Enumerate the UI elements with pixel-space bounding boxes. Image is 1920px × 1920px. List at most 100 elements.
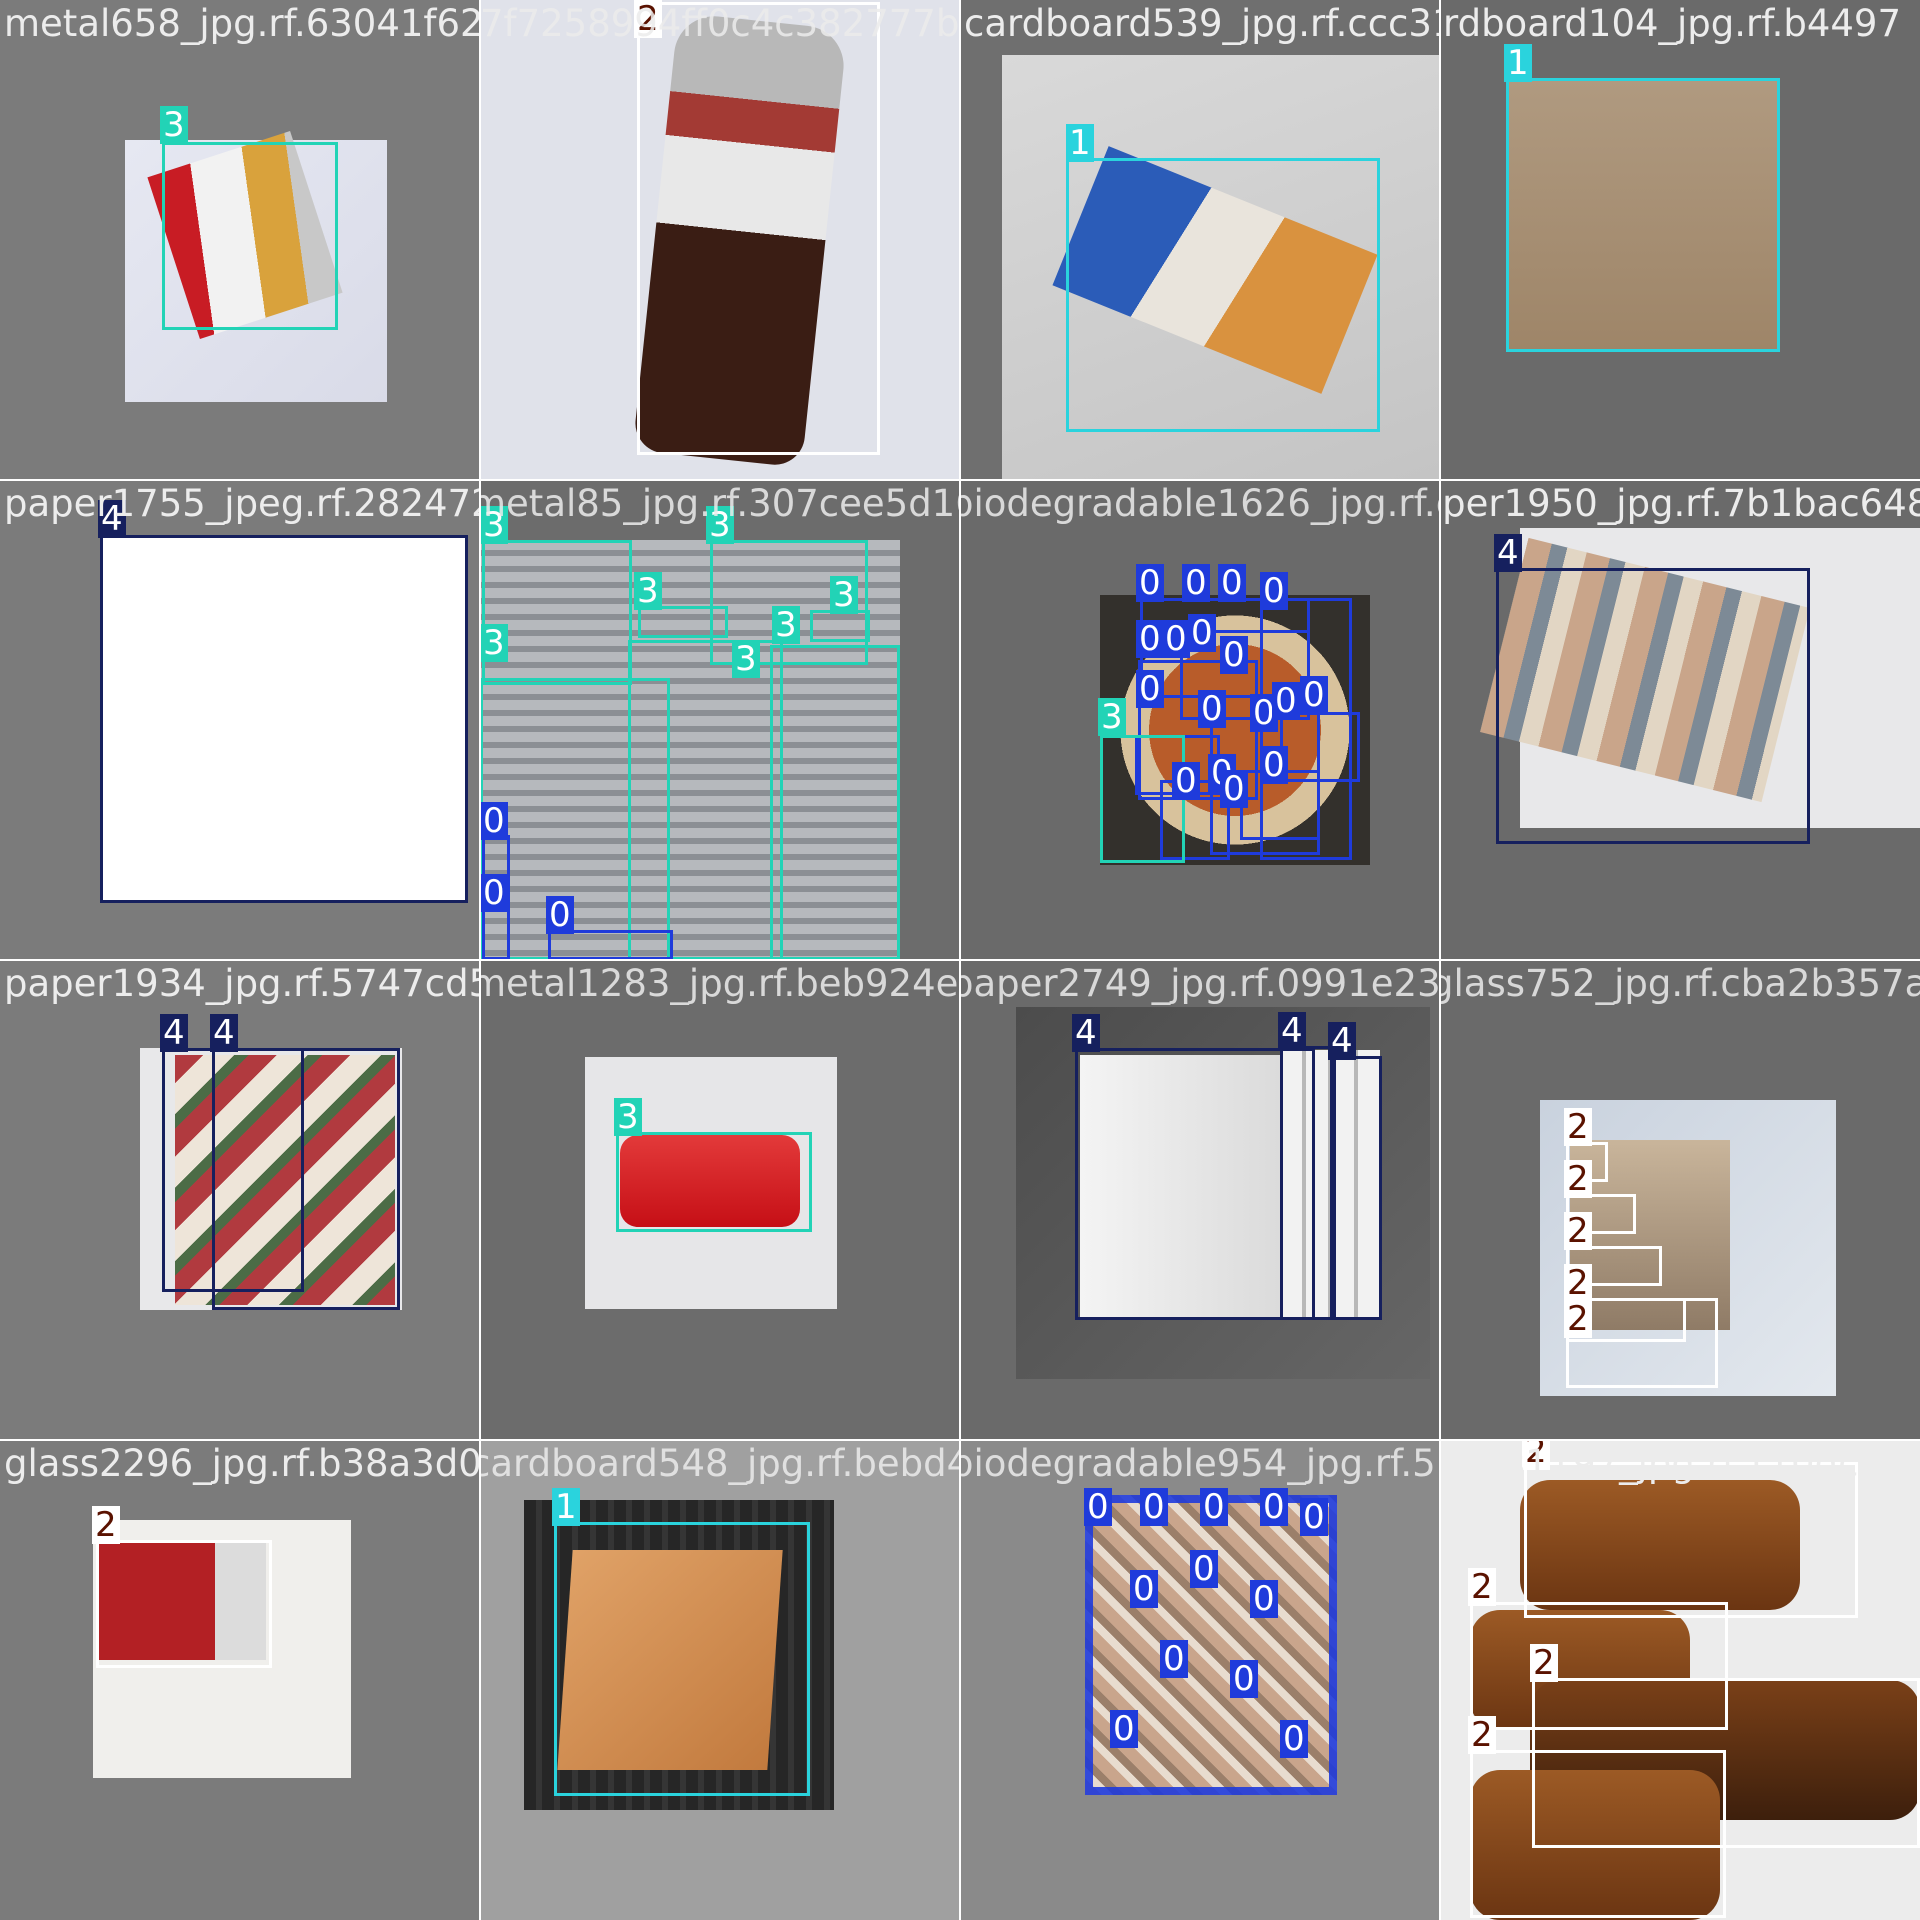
bbox bbox=[96, 1540, 272, 1668]
bbox bbox=[1330, 1056, 1382, 1320]
bbox bbox=[1470, 1750, 1726, 1918]
tile-metal85: 3 3 3 3 3 3 3 0 0 0 metal85_jpg.rf.307ce… bbox=[480, 480, 960, 960]
class-label: 0 bbox=[1190, 1550, 1218, 1588]
tile-metal1283: 3 metal1283_jpg.rf.beb924e37f bbox=[480, 960, 960, 1440]
class-label: 2 bbox=[1530, 1644, 1558, 1682]
class-label: 1 bbox=[1504, 44, 1532, 82]
tile-bottle: 2 7f7258994ff0c4c382777be25d... bbox=[480, 0, 960, 480]
tile-paper1934: 4 4 paper1934_jpg.rf.5747cd5e7f bbox=[0, 960, 480, 1440]
class-label: 2 bbox=[1564, 1212, 1592, 1250]
class-label: 4 bbox=[1494, 534, 1522, 572]
class-label: 0 bbox=[1188, 614, 1216, 652]
class-label: 0 bbox=[1220, 770, 1248, 808]
tile-paper2749: 4 4 4 paper2749_jpg.rf.0991e239b1 bbox=[960, 960, 1440, 1440]
class-label: 0 bbox=[1300, 1498, 1328, 1536]
class-label: 1 bbox=[552, 1488, 580, 1526]
class-label: 3 bbox=[772, 606, 800, 644]
class-label: 0 bbox=[1084, 1488, 1112, 1526]
class-label: 3 bbox=[160, 106, 188, 144]
class-label: 0 bbox=[1172, 762, 1200, 800]
class-label: 3 bbox=[614, 1098, 642, 1136]
class-label: 3 bbox=[706, 506, 734, 544]
tile-paper1755: 4 paper1755_jpeg.rf.282472f2 bbox=[0, 480, 480, 960]
class-label: 0 bbox=[1160, 1640, 1188, 1678]
class-label: 4 bbox=[1278, 1012, 1306, 1050]
bbox bbox=[482, 540, 632, 685]
class-label: 0 bbox=[546, 896, 574, 934]
class-label: 0 bbox=[1272, 682, 1300, 720]
tile-glass2296: 2 glass2296_jpg.rf.b38a3d0f32 bbox=[0, 1440, 480, 1920]
tile-filename: metal658_jpg.rf.63041f6208 bbox=[4, 2, 480, 45]
tile-metal658: 3 metal658_jpg.rf.63041f6208 bbox=[0, 0, 480, 480]
class-label: 0 bbox=[1110, 1710, 1138, 1748]
class-label: 0 bbox=[1182, 564, 1210, 602]
tile-filename: cardboard548_jpg.rf.bebd47d bbox=[480, 1442, 960, 1485]
tile-filename: cardboard104_jpg.rf.b4497 bbox=[1440, 2, 1901, 45]
class-label: 0 bbox=[1136, 620, 1164, 658]
tile-cardboard539: 1 cardboard539_jpg.rf.ccc31adaa bbox=[960, 0, 1440, 480]
class-label: 0 bbox=[1198, 690, 1226, 728]
class-label: 3 bbox=[1098, 698, 1126, 736]
tile-filename: biodegradable954_jpg.rf.514 bbox=[960, 1442, 1440, 1485]
tile-filename: glass2296_jpg.rf.b38a3d0f32 bbox=[4, 1442, 480, 1485]
grid-divider bbox=[0, 1439, 1920, 1441]
bbox bbox=[1506, 78, 1780, 352]
class-label: 0 bbox=[1280, 1720, 1308, 1758]
tile-filename: metal1283_jpg.rf.beb924e37f bbox=[480, 962, 960, 1005]
detection-mosaic: 3 metal658_jpg.rf.63041f6208 2 7f7258994… bbox=[0, 0, 1920, 1920]
class-label: 2 bbox=[634, 0, 662, 38]
class-label: 0 bbox=[1260, 572, 1288, 610]
bbox bbox=[100, 535, 468, 903]
class-label: 3 bbox=[480, 624, 508, 662]
class-label: 2 bbox=[1564, 1108, 1592, 1146]
tile-filename: biodegradable1626_jpg.rf.d5 bbox=[960, 482, 1440, 525]
class-label: 0 bbox=[480, 874, 508, 912]
bbox bbox=[1280, 1046, 1336, 1320]
grid-divider bbox=[0, 959, 1920, 961]
tile-cardboard104: 1 cardboard104_jpg.rf.b4497 bbox=[1440, 0, 1920, 480]
tile-biodegradable954: 0 0 0 0 0 0 0 0 0 0 0 0 biodegradable954… bbox=[960, 1440, 1440, 1920]
class-label: 4 bbox=[98, 500, 126, 538]
class-label: 0 bbox=[1300, 676, 1328, 714]
class-label: 3 bbox=[732, 640, 760, 678]
class-label: 2 bbox=[1468, 1716, 1496, 1754]
tile-glass1197: 2 2 2 2 glass1197_jpg.rf.110dccc1a bbox=[1440, 1440, 1920, 1920]
class-label: 4 bbox=[1072, 1014, 1100, 1052]
class-label: 0 bbox=[1230, 1660, 1258, 1698]
bbox bbox=[770, 645, 900, 960]
class-label: 4 bbox=[1328, 1022, 1356, 1060]
class-label: 3 bbox=[480, 506, 508, 544]
class-label: 0 bbox=[1250, 1580, 1278, 1618]
bbox bbox=[1066, 158, 1380, 432]
tile-filename: paper1934_jpg.rf.5747cd5e7f bbox=[4, 962, 480, 1005]
bbox bbox=[162, 142, 338, 330]
bbox bbox=[1524, 1462, 1858, 1618]
tile-glass752: 2 2 2 2 2 glass752_jpg.rf.cba2b357a4 bbox=[1440, 960, 1920, 1440]
bbox bbox=[637, 2, 880, 455]
class-label: 0 bbox=[1136, 564, 1164, 602]
class-label: 2 bbox=[1564, 1300, 1592, 1338]
class-label: 0 bbox=[1200, 1488, 1228, 1526]
class-label: 0 bbox=[1136, 670, 1164, 708]
tile-filename: paper1755_jpeg.rf.282472f2 bbox=[4, 482, 480, 525]
class-label: 2 bbox=[92, 1506, 120, 1544]
class-label: 0 bbox=[480, 802, 508, 840]
tile-filename: paper1950_jpg.rf.7b1bac648 bbox=[1440, 482, 1920, 525]
class-label: 0 bbox=[1162, 620, 1190, 658]
tile-biodegradable1626: 0 0 0 0 0 0 0 0 0 0 0 0 0 0 0 0 0 3 biod… bbox=[960, 480, 1440, 960]
class-label: 2 bbox=[1468, 1568, 1496, 1606]
bbox bbox=[212, 1048, 400, 1310]
class-label: 0 bbox=[1220, 636, 1248, 674]
bbox bbox=[1075, 1048, 1315, 1320]
class-label: 4 bbox=[160, 1014, 188, 1052]
tile-filename: cardboard539_jpg.rf.ccc31adaa bbox=[964, 2, 1440, 45]
tile-filename: paper2749_jpg.rf.0991e239b1 bbox=[960, 962, 1440, 1005]
class-label: 3 bbox=[830, 576, 858, 614]
bbox bbox=[554, 1522, 810, 1796]
bbox bbox=[1496, 568, 1810, 844]
class-label: 4 bbox=[210, 1014, 238, 1052]
class-label: 0 bbox=[1218, 564, 1246, 602]
class-label: 2 bbox=[1564, 1264, 1592, 1302]
class-label: 2 bbox=[1564, 1160, 1592, 1198]
class-label: 0 bbox=[1130, 1570, 1158, 1608]
